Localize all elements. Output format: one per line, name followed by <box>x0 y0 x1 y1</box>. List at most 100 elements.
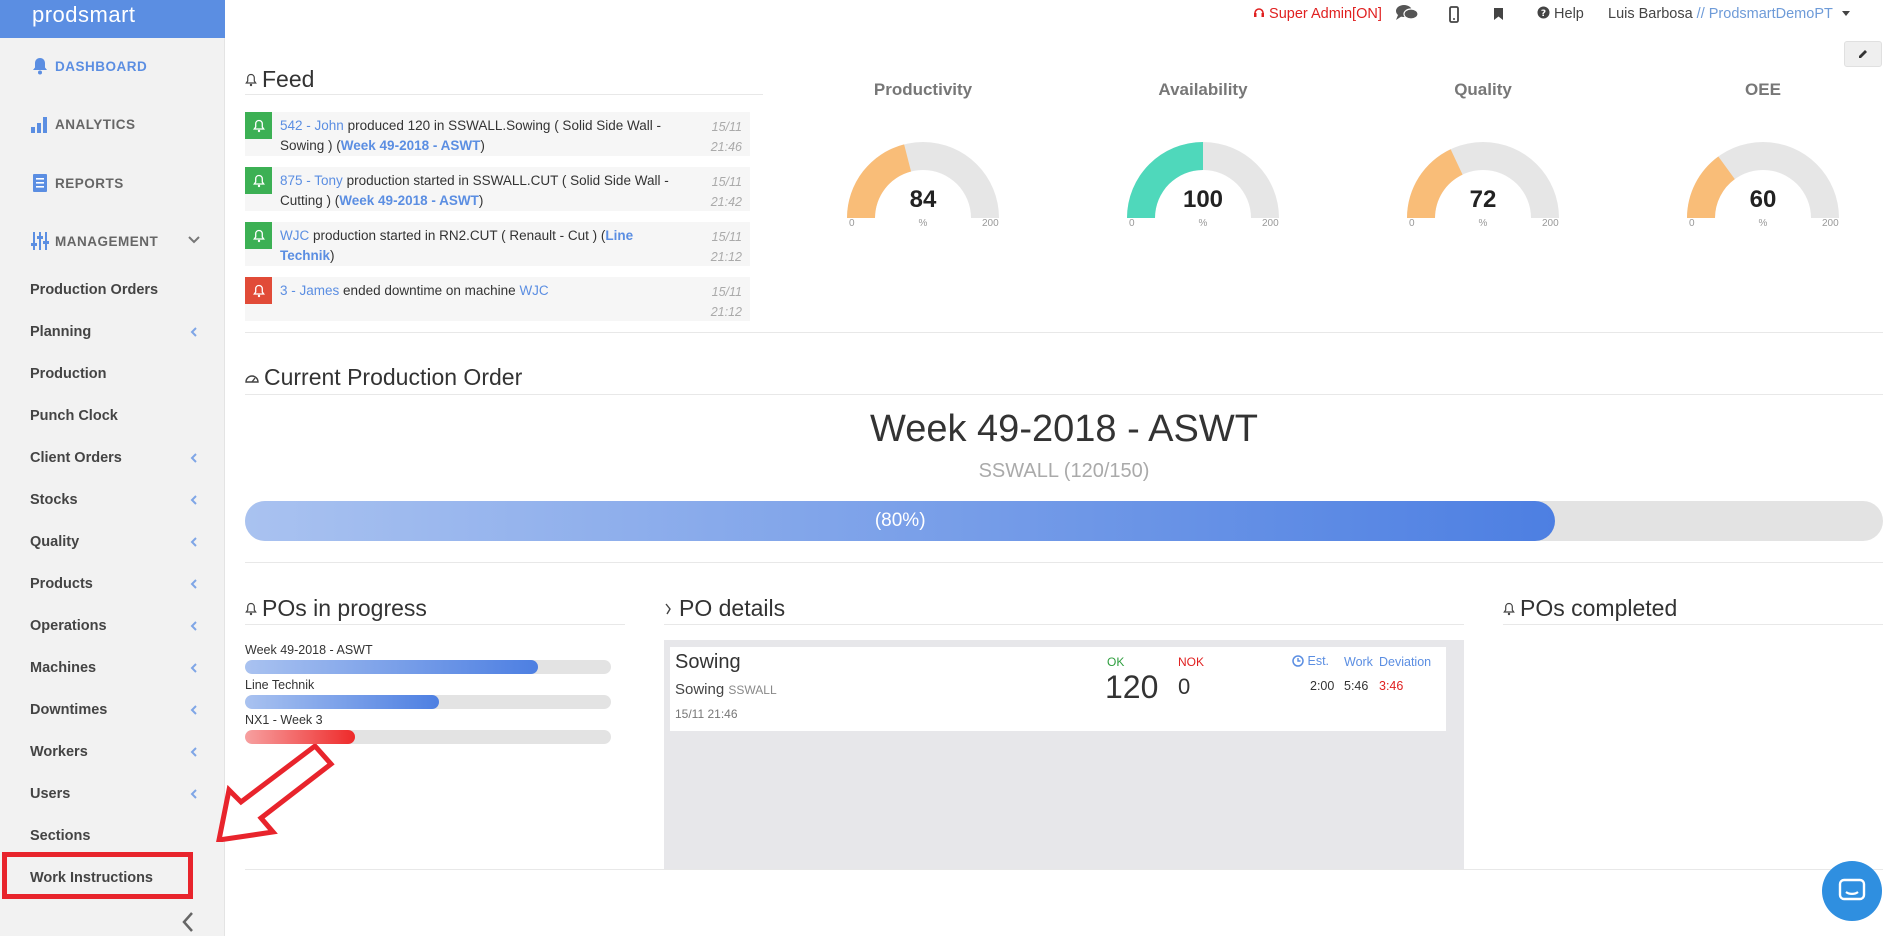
nav-dashboard[interactable]: DASHBOARD <box>0 46 225 86</box>
company-name: ProdsmartDemoPT <box>1708 6 1833 22</box>
question-icon: ? <box>1537 6 1550 19</box>
feed-title: Feed <box>245 66 314 93</box>
po-progress-bar <box>245 660 611 674</box>
po-progress-bar <box>245 730 611 744</box>
feed-worker-link[interactable]: 875 - Tony <box>280 173 343 188</box>
chevron-left-icon <box>190 536 198 552</box>
product-code: SSWALL <box>728 683 777 697</box>
nav-reports[interactable]: REPORTS <box>0 163 225 203</box>
chevron-left-icon <box>190 494 198 510</box>
help-label: Help <box>1554 6 1584 22</box>
sidebar-item-production[interactable]: Production <box>0 357 225 391</box>
divider <box>245 562 1883 563</box>
sidebar-item-planning[interactable]: Planning <box>0 315 225 349</box>
sidebar-item-label: Sections <box>30 828 91 844</box>
sliders-icon <box>30 231 50 251</box>
user-menu[interactable]: Luis Barbosa // ProdsmartDemoPT <box>1608 6 1851 22</box>
deviation-label: Deviation <box>1379 655 1432 669</box>
feed-tail: ) <box>480 138 485 153</box>
sidebar-item-quality[interactable]: Quality <box>0 525 225 559</box>
bell-outline-icon <box>1503 602 1515 615</box>
super-admin-label: Super Admin[ON] <box>1269 6 1382 22</box>
feed-machine-link[interactable]: WJC <box>280 228 309 243</box>
bookmark-icon[interactable] <box>1493 7 1504 25</box>
sidebar-item-workers[interactable]: Workers <box>0 735 225 769</box>
logo[interactable]: prodsmart <box>0 0 225 38</box>
sidebar-item-label: Quality <box>30 534 80 550</box>
flask-icon <box>665 603 671 614</box>
feed-time: 21:46 <box>710 140 742 154</box>
help-link[interactable]: ? Help <box>1537 6 1584 22</box>
po-progress-label[interactable]: Week 49-2018 - ASWT <box>245 643 373 657</box>
po-details-card[interactable]: Sowing Sowing SSWALL 15/11 21:46 OK 120 … <box>670 647 1446 731</box>
nav-analytics[interactable]: ANALYTICS <box>0 104 225 144</box>
po-progress-fill <box>245 695 439 709</box>
gauge-max: 200 <box>1262 218 1279 229</box>
feed-worker-link[interactable]: 3 - James <box>280 283 339 298</box>
collapse-sidebar-icon[interactable] <box>180 910 196 939</box>
edit-dashboard-button[interactable] <box>1844 41 1882 67</box>
feed-text: 542 - John produced 120 in SSWALL.Sowing… <box>280 116 670 156</box>
current-po-title: Current Production Order <box>245 364 522 391</box>
pos-in-progress-title: POs in progress <box>245 595 427 622</box>
feed-timestamp: 15/11 21:46 <box>711 117 742 157</box>
gauge-productivity: Productivity 84 0 % 200 <box>823 78 1023 238</box>
gauge-value: 72 <box>1469 186 1497 213</box>
gauge-max: 200 <box>1542 218 1559 229</box>
mobile-icon[interactable] <box>1449 6 1459 27</box>
sidebar-item-users[interactable]: Users <box>0 777 225 811</box>
po-progress-label[interactable]: Line Technik <box>245 678 314 692</box>
po-details-title-text: PO details <box>679 595 786 621</box>
feed-item: WJC production started in RN2.CUT ( Rena… <box>245 222 750 266</box>
po-progress-label[interactable]: NX1 - Week 3 <box>245 713 323 727</box>
sidebar-item-machines[interactable]: Machines <box>0 651 225 685</box>
chat-launcher-button[interactable] <box>1822 861 1882 921</box>
sidebar-item-label: Users <box>30 786 71 802</box>
current-po-name[interactable]: Week 49-2018 - ASWT <box>245 408 1883 451</box>
feed-status-icon <box>245 112 272 139</box>
feed-date: 15/11 <box>711 285 742 299</box>
po-progress-bar <box>245 695 611 709</box>
feed-po-link[interactable]: Week 49-2018 - ASWT <box>341 138 481 153</box>
pencil-icon <box>1859 50 1867 58</box>
sidebar-item-operations[interactable]: Operations <box>0 609 225 643</box>
gauge-availability: Availability 100 0 % 200 <box>1103 78 1303 238</box>
feed-worker-link[interactable]: 542 - John <box>280 118 344 133</box>
feed-po-link[interactable]: Week 49-2018 - ASWT <box>339 193 479 208</box>
po-progress-fill <box>245 660 538 674</box>
feed-machine-link[interactable]: WJC <box>519 283 548 298</box>
current-po-title-text: Current Production Order <box>264 364 523 390</box>
topbar: Super Admin[ON] ? Help Luis Barbosa // P… <box>225 0 1901 30</box>
work-label: Work <box>1344 655 1373 669</box>
est-label: Est. <box>1292 654 1329 668</box>
bell-outline-icon <box>245 73 257 86</box>
sidebar-item-sections[interactable]: Sections <box>0 819 225 853</box>
sidebar-item-stocks[interactable]: Stocks <box>0 483 225 517</box>
bell-icon <box>30 56 50 76</box>
bell-outline-icon <box>245 602 257 615</box>
feed-item: 542 - John produced 120 in SSWALL.Sowing… <box>245 112 750 156</box>
feed-timestamp: 15/11 21:12 <box>711 282 742 322</box>
headset-icon <box>1254 8 1264 17</box>
super-admin-toggle[interactable]: Super Admin[ON] <box>1253 6 1382 22</box>
sidebar-item-client-orders[interactable]: Client Orders <box>0 441 225 475</box>
sidebar-item-downtimes[interactable]: Downtimes <box>0 693 225 727</box>
current-po-subtitle: SSWALL (120/150) <box>978 460 1150 482</box>
gauge-value: 100 <box>1182 186 1224 213</box>
gauge-value: 84 <box>909 186 937 213</box>
feed-date: 15/11 <box>711 175 742 189</box>
feed-status-icon <box>245 277 272 304</box>
chevron-left-icon <box>190 578 198 594</box>
sidebar-item-products[interactable]: Products <box>0 567 225 601</box>
sidebar-item-punch-clock[interactable]: Punch Clock <box>0 399 225 433</box>
chat-icon[interactable] <box>1395 4 1419 26</box>
nav-management[interactable]: MANAGEMENT <box>0 221 225 261</box>
sidebar-item-label: Products <box>30 576 93 592</box>
est-value: 2:00 <box>1310 679 1335 693</box>
nav-reports-label: REPORTS <box>55 175 124 191</box>
feed-timestamp: 15/11 21:12 <box>711 227 742 267</box>
gauge-title: Productivity <box>873 80 973 99</box>
sidebar-item-production-orders[interactable]: Production Orders <box>0 273 225 307</box>
deviation-value: 3:46 <box>1379 679 1404 693</box>
est-label-text: Est. <box>1307 654 1330 668</box>
